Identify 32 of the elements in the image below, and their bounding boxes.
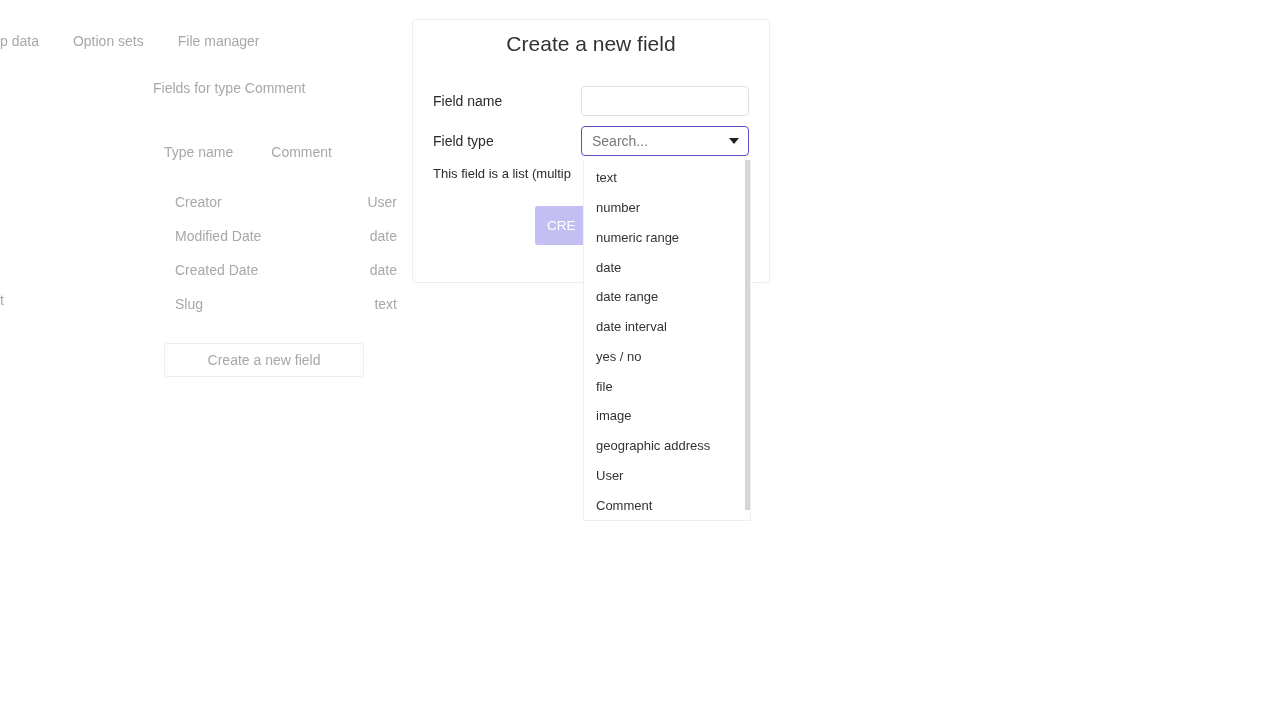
field-type: date (369, 262, 397, 278)
dropdown-option[interactable]: date interval (584, 311, 745, 342)
dropdown-option[interactable]: date range (584, 282, 745, 312)
field-name: Created Date (175, 262, 259, 278)
dropdown-option[interactable]: number (584, 192, 745, 223)
dropdown-option[interactable]: Comment (584, 490, 745, 520)
dropdown-option[interactable]: file (584, 371, 745, 401)
field-type: date (369, 228, 397, 244)
field-name: Modified Date (175, 228, 262, 244)
dropdown-option[interactable]: numeric range (584, 222, 745, 253)
dropdown-option[interactable]: image (584, 401, 745, 431)
section-heading: Fields for type Comment (153, 80, 307, 98)
field-name: Creator (175, 194, 222, 210)
field-type: User (367, 194, 397, 210)
dropdown-option[interactable]: yes / no (584, 341, 745, 372)
field-type-select[interactable]: Search... (581, 126, 749, 156)
field-name-label: Field name (433, 93, 503, 109)
list-checkbox-label: This field is a list (multip (433, 166, 571, 181)
dropdown-option[interactable]: User (584, 460, 745, 491)
caret-icon (729, 138, 739, 144)
type-name-value: Comment (271, 144, 332, 162)
dropdown-option[interactable]: text (584, 163, 745, 193)
dropdown-option[interactable]: geographic address (584, 430, 745, 461)
field-name-input[interactable] (581, 86, 749, 116)
dialog-title: Create a new field (506, 32, 676, 56)
type-name-label: Type name (164, 144, 234, 162)
scrollbar[interactable] (745, 160, 750, 510)
dropdown-option[interactable]: date (584, 252, 745, 282)
field-type-label: Field type (433, 133, 494, 149)
field-type: text (374, 296, 397, 312)
field-name: Slug (175, 296, 204, 312)
sidebar-text: t (0, 292, 5, 308)
